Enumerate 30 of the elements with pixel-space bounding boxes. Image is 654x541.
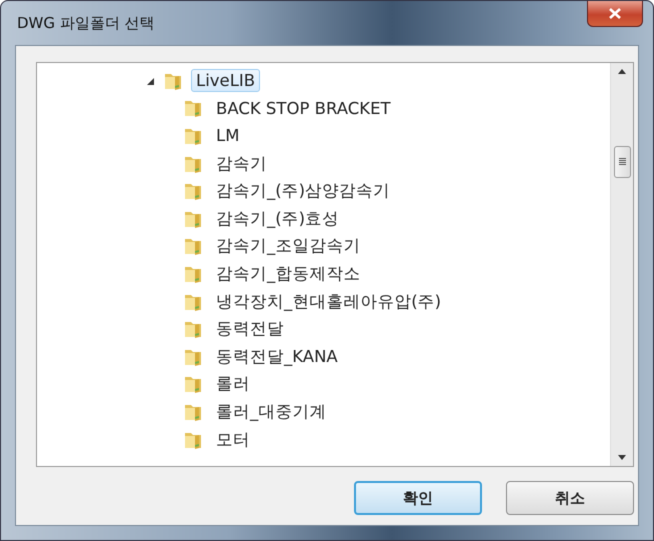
tree-item[interactable]: 동력전달_KANA [211, 344, 343, 370]
folder-icon [183, 236, 203, 256]
folder-icon [183, 98, 203, 118]
scrollbar[interactable] [610, 63, 633, 466]
collapse-icon[interactable] [145, 76, 155, 86]
window-title: DWG 파일폴더 선택 [16, 14, 155, 32]
tree-item[interactable]: 냉각장치_현대홀레아유압(주) [211, 288, 446, 315]
tree-item[interactable]: 감속기_합동제작소 [211, 260, 366, 287]
tree-item[interactable]: 동력전달 [211, 316, 289, 342]
folder-icon [183, 181, 203, 202]
tree-item[interactable]: 롤러_대중기계 [211, 398, 332, 425]
folder-icon [183, 319, 203, 340]
tree-item[interactable]: 감속기 [211, 150, 272, 177]
close-icon [609, 8, 621, 19]
folder-icon [183, 374, 203, 394]
grip-icon [618, 158, 626, 166]
cancel-button[interactable]: 취소 [506, 481, 634, 515]
scroll-up-icon[interactable] [618, 69, 626, 74]
close-button[interactable] [587, 1, 643, 27]
scroll-down-icon[interactable] [618, 455, 626, 460]
tree-item[interactable]: 감속기_(주)효성 [211, 206, 344, 232]
scroll-thumb[interactable] [614, 146, 630, 178]
ok-button[interactable]: 확인 [354, 481, 482, 515]
tree-item[interactable]: 감속기_(주)삼양감속기 [211, 178, 396, 204]
tree-item[interactable]: 모터 [211, 426, 255, 453]
tree-item[interactable]: LiveLIB [191, 69, 260, 92]
tree-item[interactable]: 감속기_조일감속기 [211, 233, 366, 260]
tree-item[interactable]: LM [211, 124, 244, 148]
tree-item[interactable]: BACK STOP BRACKET [211, 96, 396, 120]
tree-item[interactable]: 롤러 [211, 371, 255, 398]
